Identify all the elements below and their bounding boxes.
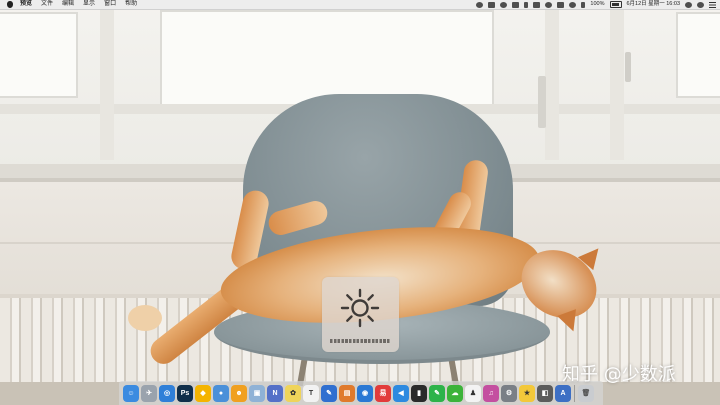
- status-app-icon[interactable]: [488, 1, 496, 8]
- notification-center-icon[interactable]: [709, 1, 716, 8]
- sketch-icon[interactable]: ◆: [195, 384, 211, 402]
- brightness-sun-icon: [340, 288, 380, 328]
- emoji-app-icon[interactable]: ☻: [231, 384, 247, 402]
- menu-file[interactable]: 文件: [41, 0, 53, 9]
- menu-clock[interactable]: 6月12日 星期一 16:03: [627, 0, 681, 9]
- status-area: 100% 6月12日 星期一 16:03: [476, 0, 716, 9]
- status-app-icon[interactable]: [512, 1, 520, 8]
- window-pane: [0, 12, 78, 98]
- menu-app-name[interactable]: 预览: [20, 0, 32, 9]
- safari-icon[interactable]: ◎: [159, 384, 175, 402]
- star-app-icon[interactable]: ★: [519, 384, 535, 402]
- books-app-icon[interactable]: ▤: [339, 384, 355, 402]
- launchpad-icon[interactable]: ✈: [141, 384, 157, 402]
- wifi-icon[interactable]: [569, 1, 577, 8]
- status-app-icon[interactable]: [545, 1, 553, 8]
- menu-bar: 预览 文件 编辑 显示 窗口 帮助 100% 6月12日 星期一 16:03: [0, 0, 720, 10]
- evernote-icon[interactable]: ✎: [429, 384, 445, 402]
- window-pane: [160, 10, 494, 106]
- finder-icon[interactable]: ☺: [123, 384, 139, 402]
- status-app-icon[interactable]: [500, 1, 508, 8]
- qq-icon[interactable]: ♟: [465, 384, 481, 402]
- finder-tool-icon[interactable]: ◉: [357, 384, 373, 402]
- dock-separator: [574, 384, 575, 402]
- watermark: 知乎 @少数派: [562, 364, 676, 385]
- siri-icon[interactable]: [697, 1, 704, 8]
- menu-window[interactable]: 窗口: [104, 0, 116, 9]
- app-store-icon[interactable]: A: [555, 384, 571, 402]
- menu-edit[interactable]: 编辑: [62, 0, 74, 9]
- system-preferences-icon[interactable]: ⚙: [501, 384, 517, 402]
- status-app-icon[interactable]: [476, 1, 484, 8]
- wechat-icon[interactable]: ☁: [447, 384, 463, 402]
- pen-app-icon[interactable]: ✎: [321, 384, 337, 402]
- window-mullion: [610, 10, 624, 160]
- volume-icon[interactable]: [581, 1, 586, 8]
- status-app-icon[interactable]: [524, 1, 529, 8]
- window-handle: [625, 52, 631, 82]
- dock: ☺ ✈ ◎ Ps ◆ ● ☻ ▣ N ✿ T ✎ ▤ ◉ 易 ◀ ▮ ✎ ☁ ♟ ♫ ⚙ ★ ◧ A 🗑: [119, 381, 603, 405]
- trash-icon[interactable]: 🗑: [578, 384, 594, 402]
- menu-help[interactable]: 帮助: [125, 0, 137, 9]
- screenshot-app-icon[interactable]: ◧: [537, 384, 553, 402]
- photoshop-icon[interactable]: Ps: [177, 384, 193, 402]
- chrome-icon[interactable]: ●: [213, 384, 229, 402]
- menu-view[interactable]: 显示: [83, 0, 95, 9]
- butterfly-app-icon[interactable]: ✿: [285, 384, 301, 402]
- menu-items: 预览 文件 编辑 显示 窗口 帮助: [20, 0, 137, 9]
- apple-menu-icon[interactable]: [7, 1, 13, 8]
- search-icon[interactable]: [685, 1, 692, 8]
- brightness-hud: [322, 277, 399, 352]
- vscode-icon[interactable]: ◀: [393, 384, 409, 402]
- status-app-icon[interactable]: [533, 1, 541, 8]
- cat-paw: [128, 305, 162, 331]
- n-app-icon[interactable]: N: [267, 384, 283, 402]
- typora-icon[interactable]: T: [303, 384, 319, 402]
- window-handle: [538, 76, 546, 128]
- battery-icon[interactable]: [609, 1, 622, 8]
- terminal-icon[interactable]: ▮: [411, 384, 427, 402]
- window-mullion: [545, 10, 559, 160]
- window-mullion: [100, 10, 114, 160]
- status-app-icon[interactable]: [557, 1, 565, 8]
- preview-icon[interactable]: ▣: [249, 384, 265, 402]
- battery-percent[interactable]: 100%: [590, 0, 604, 9]
- brightness-level-bar: [330, 339, 391, 343]
- netease-icon[interactable]: 易: [375, 384, 391, 402]
- window-pane: [676, 12, 720, 98]
- music-app-icon[interactable]: ♫: [483, 384, 499, 402]
